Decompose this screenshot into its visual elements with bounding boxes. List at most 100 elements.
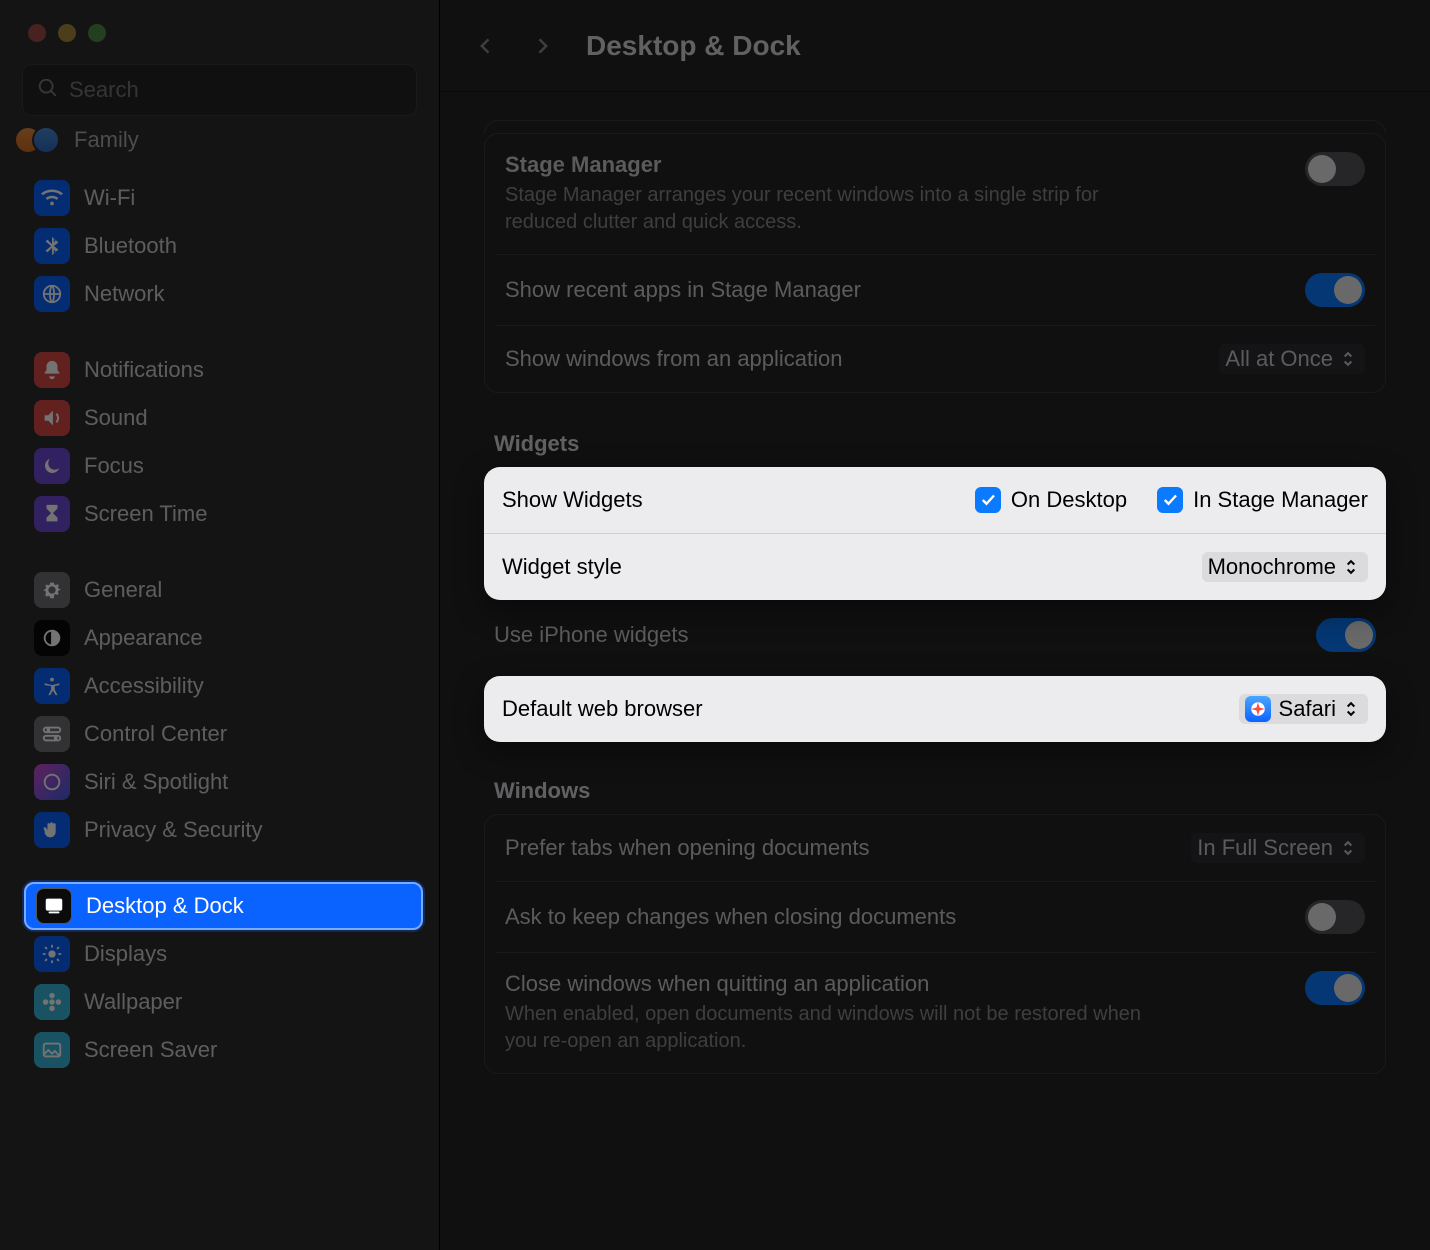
windows-group: Prefer tabs when opening documents In Fu… <box>484 814 1386 1074</box>
sidebar-item-label: Screen Time <box>84 501 208 527</box>
sidebar-item-sound[interactable]: Sound <box>24 394 423 442</box>
close-window-button[interactable] <box>28 24 46 42</box>
sidebar-item-desktop-dock[interactable]: Desktop & Dock <box>24 882 423 930</box>
stage-manager-toggle[interactable] <box>1305 152 1365 186</box>
safari-icon <box>1245 696 1271 722</box>
sidebar-item-accessibility[interactable]: Accessibility <box>24 662 423 710</box>
widgets-header: Widgets <box>484 429 1386 467</box>
hourglass-icon <box>34 496 70 532</box>
sidebar-item-label: Sound <box>84 405 148 431</box>
settings-window: Family Wi-Fi Bluetooth Network <box>0 0 1430 1250</box>
sidebar-item-screen-time[interactable]: Screen Time <box>24 490 423 538</box>
in-stage-manager-checkbox[interactable]: In Stage Manager <box>1157 487 1368 513</box>
sidebar-item-label: Desktop & Dock <box>86 893 244 919</box>
sidebar-item-label: Family <box>74 127 139 153</box>
search-field[interactable] <box>22 64 417 116</box>
sidebar-item-network[interactable]: Network <box>24 270 423 318</box>
sidebar: Family Wi-Fi Bluetooth Network <box>0 0 440 1250</box>
prefer-tabs-row: Prefer tabs when opening documents In Fu… <box>495 815 1375 881</box>
sidebar-item-control-center[interactable]: Control Center <box>24 710 423 758</box>
main-pane: Desktop & Dock Stage Manager Stage Manag… <box>440 0 1430 1250</box>
sidebar-item-notifications[interactable]: Notifications <box>24 346 423 394</box>
prefer-tabs-label: Prefer tabs when opening documents <box>505 835 869 861</box>
window-traffic-lights <box>0 0 439 42</box>
bell-icon <box>34 352 70 388</box>
iphone-widgets-label: Use iPhone widgets <box>494 622 688 648</box>
checkbox-label: In Stage Manager <box>1193 487 1368 513</box>
wifi-icon <box>34 180 70 216</box>
sun-icon <box>34 936 70 972</box>
moon-icon <box>34 448 70 484</box>
forward-button[interactable] <box>524 28 560 64</box>
prefer-tabs-popup[interactable]: In Full Screen <box>1191 833 1365 863</box>
sidebar-item-label: Siri & Spotlight <box>84 769 228 795</box>
sidebar-item-family[interactable]: Family <box>24 126 423 160</box>
popup-value: Monochrome <box>1208 554 1336 580</box>
default-browser-label: Default web browser <box>502 696 703 722</box>
gear-icon <box>34 572 70 608</box>
sidebar-item-displays[interactable]: Displays <box>24 930 423 978</box>
sidebar-item-label: Notifications <box>84 357 204 383</box>
popup-value: In Full Screen <box>1197 835 1333 861</box>
ask-keep-changes-toggle[interactable] <box>1305 900 1365 934</box>
sidebar-item-siri-spotlight[interactable]: Siri & Spotlight <box>24 758 423 806</box>
header: Desktop & Dock <box>440 0 1430 92</box>
sidebar-item-label: Control Center <box>84 721 227 747</box>
page-title: Desktop & Dock <box>586 30 801 62</box>
stage-manager-row: Stage Manager Stage Manager arranges you… <box>495 134 1375 254</box>
flower-icon <box>34 984 70 1020</box>
stage-manager-title: Stage Manager <box>505 152 1145 178</box>
sidebar-list[interactable]: Family Wi-Fi Bluetooth Network <box>0 126 439 1250</box>
sidebar-item-label: Appearance <box>84 625 203 651</box>
bluetooth-icon <box>34 228 70 264</box>
updown-icon <box>1341 838 1359 858</box>
default-browser-row: Default web browser Safari <box>484 676 1386 742</box>
stage-windows-label: Show windows from an application <box>505 346 843 372</box>
iphone-widgets-toggle[interactable] <box>1316 618 1376 652</box>
sidebar-item-privacy-security[interactable]: Privacy & Security <box>24 806 423 854</box>
stage-windows-popup[interactable]: All at Once <box>1219 344 1365 374</box>
stage-recents-row: Show recent apps in Stage Manager <box>495 254 1375 325</box>
stage-manager-desc: Stage Manager arranges your recent windo… <box>505 182 1145 236</box>
widget-style-row: Widget style Monochrome <box>484 533 1386 600</box>
search-icon <box>37 77 59 104</box>
sidebar-item-label: Accessibility <box>84 673 204 699</box>
popup-value: All at Once <box>1225 346 1333 372</box>
default-browser-popup[interactable]: Safari <box>1239 694 1368 724</box>
search-input[interactable] <box>69 77 402 103</box>
sidebar-item-label: Network <box>84 281 165 307</box>
photo-icon <box>34 1032 70 1068</box>
close-windows-row: Close windows when quitting an applicati… <box>495 952 1375 1073</box>
content-scroll[interactable]: Stage Manager Stage Manager arranges you… <box>440 92 1430 1138</box>
checkbox-label: On Desktop <box>1011 487 1127 513</box>
stage-recents-toggle[interactable] <box>1305 273 1365 307</box>
sidebar-item-focus[interactable]: Focus <box>24 442 423 490</box>
close-windows-toggle[interactable] <box>1305 971 1365 1005</box>
checkbox-icon <box>975 487 1001 513</box>
sidebar-item-label: Privacy & Security <box>84 817 263 843</box>
accessibility-icon <box>34 668 70 704</box>
sidebar-item-general[interactable]: General <box>24 566 423 614</box>
widgets-card: Show Widgets On Desktop In Stage Manager <box>484 467 1386 600</box>
zoom-window-button[interactable] <box>88 24 106 42</box>
sidebar-item-label: Wi-Fi <box>84 185 135 211</box>
sidebar-item-screen-saver[interactable]: Screen Saver <box>24 1026 423 1074</box>
globe-icon <box>34 276 70 312</box>
show-widgets-row: Show Widgets On Desktop In Stage Manager <box>484 467 1386 533</box>
minimize-window-button[interactable] <box>58 24 76 42</box>
on-desktop-checkbox[interactable]: On Desktop <box>975 487 1127 513</box>
siri-icon <box>34 764 70 800</box>
default-browser-card: Default web browser Safari <box>484 676 1386 742</box>
back-button[interactable] <box>468 28 504 64</box>
sidebar-item-wallpaper[interactable]: Wallpaper <box>24 978 423 1026</box>
stage-windows-row: Show windows from an application All at … <box>495 325 1375 392</box>
sidebar-item-label: Wallpaper <box>84 989 182 1015</box>
sidebar-item-label: Focus <box>84 453 144 479</box>
sidebar-item-label: Bluetooth <box>84 233 177 259</box>
sidebar-item-wifi[interactable]: Wi-Fi <box>24 174 423 222</box>
widget-style-popup[interactable]: Monochrome <box>1202 552 1368 582</box>
sidebar-item-appearance[interactable]: Appearance <box>24 614 423 662</box>
sidebar-item-bluetooth[interactable]: Bluetooth <box>24 222 423 270</box>
family-avatars-icon <box>24 126 60 154</box>
stage-recents-label: Show recent apps in Stage Manager <box>505 277 861 303</box>
